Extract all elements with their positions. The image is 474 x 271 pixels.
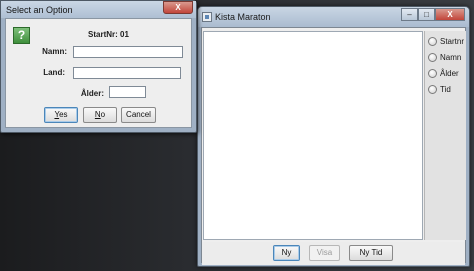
no-button[interactable]: No [83, 107, 117, 123]
java-app-icon [202, 12, 212, 22]
name-label: Namn: [42, 47, 67, 56]
age-field[interactable] [109, 86, 146, 98]
main-titlebar[interactable]: Kista Maraton – □ X [198, 7, 469, 27]
minimize-button[interactable]: – [401, 8, 418, 21]
radio-label: Namn [440, 53, 462, 62]
window-controls: – □ X [401, 8, 465, 22]
radio-label: Tid [440, 85, 451, 94]
show-button[interactable]: Visa [309, 245, 340, 261]
yes-button[interactable]: Yes [44, 107, 78, 123]
dialog-titlebar[interactable]: Select an Option X [1, 1, 196, 18]
main-window-title: Kista Maraton [215, 12, 271, 22]
radio-namn[interactable]: Namn [428, 53, 461, 62]
radio-label: Startnr [440, 37, 465, 46]
name-field[interactable] [73, 46, 183, 58]
main-content: Startnr Namn Ålder Tid Ny Visa Ny Tid [201, 27, 466, 265]
dialog-title: Select an Option [6, 5, 73, 15]
new-runner-button[interactable]: Ny [273, 245, 300, 261]
sort-radio-panel: Startnr Namn Ålder Tid [424, 31, 466, 240]
age-label: Ålder: [80, 89, 104, 98]
button-bar: Ny Visa Ny Tid [202, 242, 465, 265]
radio-button-icon[interactable] [428, 69, 437, 78]
results-text-area[interactable] [203, 31, 423, 240]
startnr-label: StartNr: 01 [88, 30, 129, 39]
radio-button-icon[interactable] [428, 85, 437, 94]
country-field[interactable] [73, 67, 181, 79]
dialog-content: ? StartNr: 01 Namn: Land: Ålder: Yes No … [5, 18, 192, 128]
radio-label: Ålder [440, 69, 459, 78]
option-dialog: Select an Option X ? StartNr: 01 Namn: L… [0, 0, 197, 133]
no-label-rest: o [100, 110, 106, 119]
close-button[interactable]: X [435, 8, 465, 21]
radio-alder[interactable]: Ålder [428, 69, 459, 78]
radio-startnr[interactable]: Startnr [428, 37, 464, 46]
new-time-button[interactable]: Ny Tid [349, 245, 393, 261]
cancel-button[interactable]: Cancel [121, 107, 156, 123]
country-label: Land: [43, 68, 65, 77]
radio-button-icon[interactable] [428, 37, 437, 46]
dialog-close-button[interactable]: X [163, 1, 193, 14]
radio-button-icon[interactable] [428, 53, 437, 62]
radio-tid[interactable]: Tid [428, 85, 451, 94]
yes-label-rest: es [59, 110, 68, 119]
main-window: Kista Maraton – □ X Startnr Namn Ålder T… [197, 6, 470, 267]
maximize-button[interactable]: □ [418, 8, 435, 21]
